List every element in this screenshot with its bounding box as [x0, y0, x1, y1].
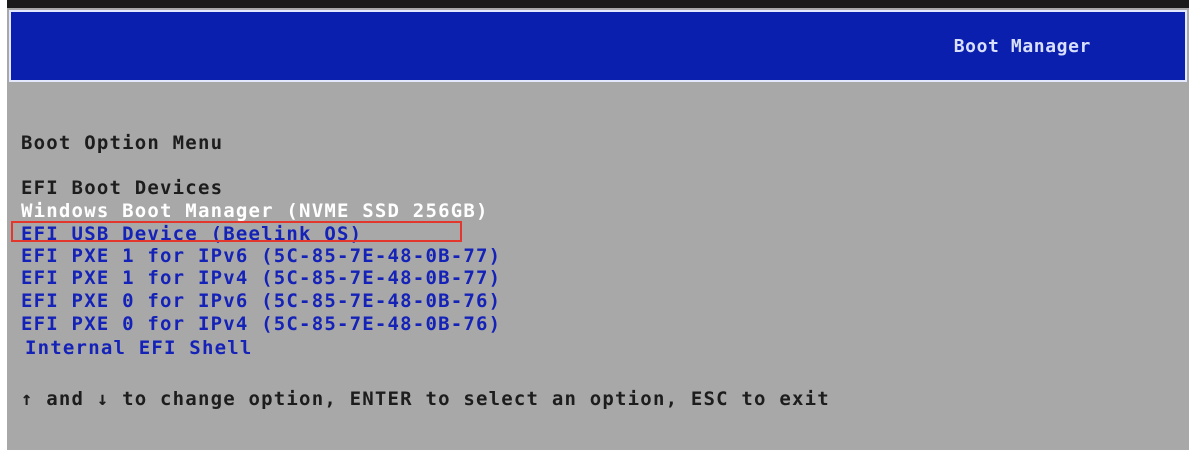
- boot-devices-heading: EFI Boot Devices: [21, 177, 224, 199]
- header-title: Boot Manager: [953, 36, 1091, 57]
- top-edge-strip: [7, 0, 1189, 8]
- boot-option-pxe-1-ipv6[interactable]: EFI PXE 1 for IPv6 (5C-85-7E-48-0B-77): [21, 246, 501, 266]
- boot-option-pxe-0-ipv6[interactable]: EFI PXE 0 for IPv6 (5C-85-7E-48-0B-76): [21, 291, 501, 311]
- bios-screen: Boot Manager Boot Option Menu EFI Boot D…: [7, 0, 1189, 450]
- boot-option-pxe-1-ipv4[interactable]: EFI PXE 1 for IPv4 (5C-85-7E-48-0B-77): [21, 268, 501, 288]
- menu-title: Boot Option Menu: [21, 132, 224, 154]
- navigation-hint: ↑ and ↓ to change option, ENTER to selec…: [21, 388, 830, 410]
- boot-option-pxe-0-ipv4[interactable]: EFI PXE 0 for IPv4 (5C-85-7E-48-0B-76): [21, 314, 501, 334]
- boot-option-internal-efi-shell[interactable]: Internal EFI Shell: [25, 338, 253, 358]
- header-bar: Boot Manager: [9, 10, 1187, 82]
- boot-option-windows-boot-manager[interactable]: Windows Boot Manager (NVME SSD 256GB): [21, 201, 489, 221]
- highlight-box: [11, 221, 462, 242]
